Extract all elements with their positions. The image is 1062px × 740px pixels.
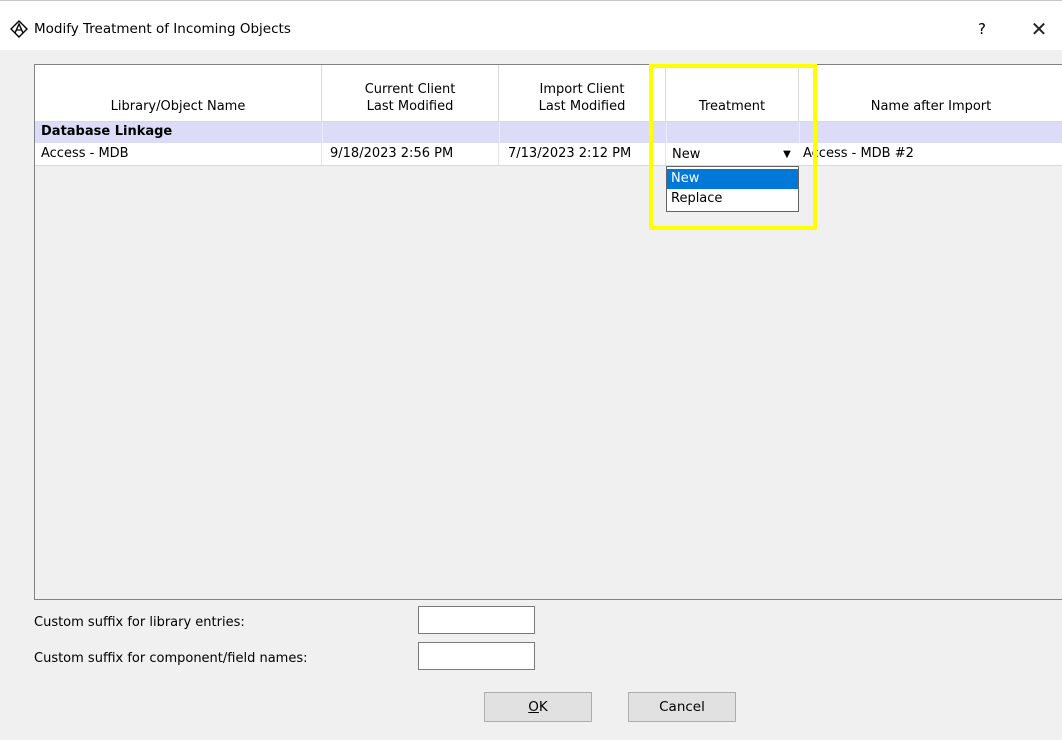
- ok-label: K: [538, 699, 548, 715]
- import-objects-list[interactable]: Library/Object Name Current Client Last …: [34, 64, 1062, 600]
- cancel-button[interactable]: Cancel: [628, 692, 736, 722]
- group-label: Database Linkage: [41, 124, 173, 139]
- ok-mnemonic: O: [528, 699, 539, 715]
- component-suffix-label: Custom suffix for component/field names:: [34, 651, 308, 666]
- table-row[interactable]: Access - MDB 9/18/2023 2:56 PM 7/13/2023…: [35, 143, 1062, 166]
- window-title: Modify Treatment of Incoming Objects: [34, 21, 291, 37]
- highlight-annotation: [649, 64, 817, 230]
- column-header-library-object-name[interactable]: Library/Object Name: [35, 65, 322, 122]
- column-header-line2: Library/Object Name: [110, 99, 246, 114]
- column-header-current-client[interactable]: Current Client Last Modified: [322, 65, 499, 122]
- modify-treatment-dialog: Modify Treatment of Incoming Objects ? ✕…: [0, 0, 1062, 740]
- group-row[interactable]: Database Linkage: [35, 122, 1062, 143]
- current-modified-cell: 9/18/2023 2:56 PM: [322, 143, 499, 165]
- library-suffix-label: Custom suffix for library entries:: [34, 615, 245, 630]
- title-bar: Modify Treatment of Incoming Objects ? ✕: [0, 0, 1062, 50]
- component-suffix-input[interactable]: [418, 642, 535, 670]
- column-header-name-after-import[interactable]: Name after Import: [799, 65, 1062, 122]
- column-header-line2: Name after Import: [870, 99, 992, 114]
- ok-button[interactable]: OK: [484, 692, 592, 722]
- column-header-line1: Current Client: [364, 82, 456, 97]
- column-header-import-client[interactable]: Import Client Last Modified: [499, 65, 666, 122]
- close-button[interactable]: ✕: [1024, 15, 1054, 43]
- object-name-cell: Access - MDB: [35, 143, 322, 165]
- group-divider: [322, 122, 323, 143]
- library-suffix-input[interactable]: [418, 606, 535, 634]
- column-header-line2: Last Modified: [366, 99, 454, 114]
- group-divider: [499, 122, 500, 143]
- column-header-line2: Last Modified: [538, 99, 626, 114]
- column-header-line1: Import Client: [539, 82, 625, 97]
- app-logo-icon: [9, 19, 29, 39]
- name-after-import-cell[interactable]: Access - MDB #2: [799, 143, 1062, 165]
- import-modified-cell: 7/13/2023 2:12 PM: [499, 143, 666, 165]
- help-button[interactable]: ?: [972, 17, 992, 41]
